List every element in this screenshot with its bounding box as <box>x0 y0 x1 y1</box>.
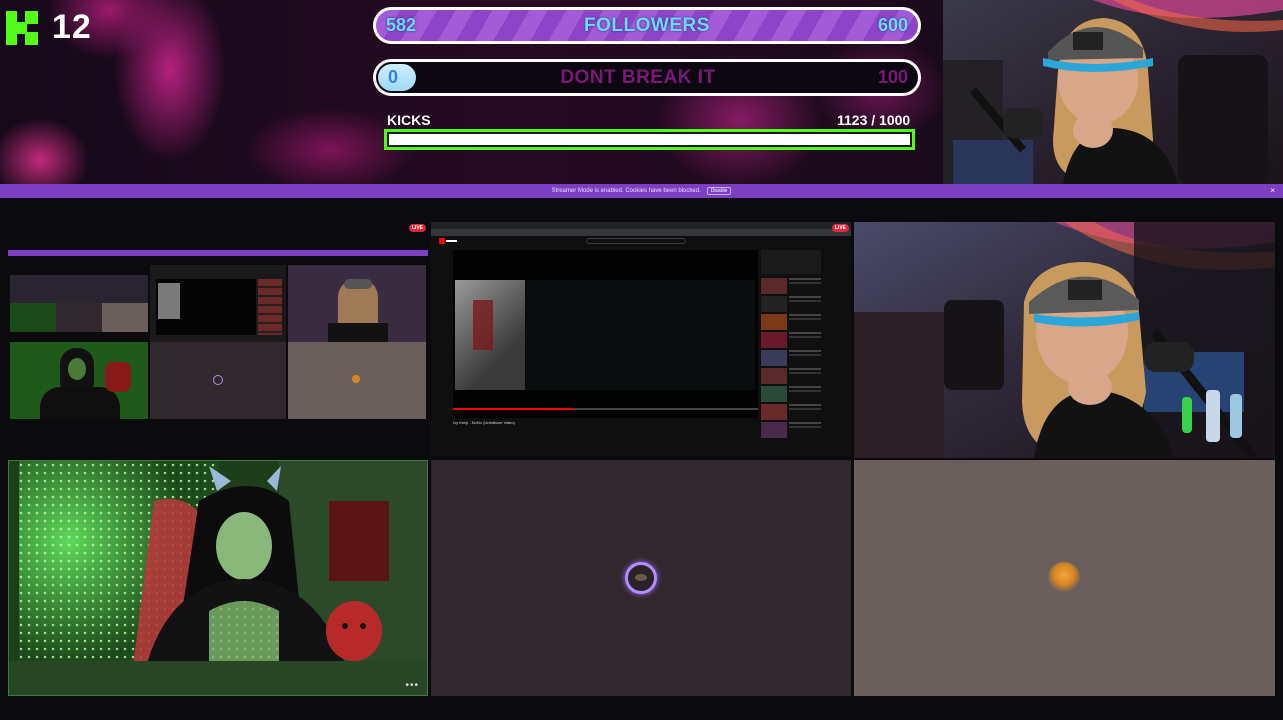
youtube-logo-icon <box>439 238 457 244</box>
dont-break-goal-title: DONT BREAK IT <box>560 66 716 88</box>
stream-tile-nested-view[interactable]: LIVE <box>8 222 428 420</box>
browser-tab-bar <box>431 222 851 229</box>
kicks-progress-fill <box>389 134 910 145</box>
nested-tile <box>150 342 286 419</box>
close-icon[interactable]: × <box>1270 186 1275 195</box>
streamer-webcam-image <box>943 0 1283 184</box>
live-badge: LIVE <box>408 224 426 232</box>
disable-streamer-mode-button[interactable]: Disable <box>706 187 732 195</box>
stream-overlay-banner: 12 582 FOLLOWERS 600 0 DONT BREAK IT 100… <box>0 0 1283 184</box>
youtube-search-box <box>586 238 686 244</box>
nested-tile <box>10 342 148 419</box>
live-badge: LIVE <box>831 224 849 232</box>
kick-logo-icon <box>6 10 38 45</box>
stream-tile-green-cam[interactable]: ••• <box>8 460 428 696</box>
streamer-avatar-icon <box>625 562 657 594</box>
nested-tile <box>288 265 426 342</box>
dont-break-target: 100 <box>877 67 908 87</box>
kicks-goal-count: 1123 / 1000 <box>837 112 911 128</box>
kicks-goal-bar <box>384 129 915 150</box>
stream-tile-offline-1[interactable] <box>431 460 851 696</box>
green-cam-image <box>9 461 427 695</box>
dont-break-current: 0 <box>388 67 399 87</box>
youtube-video-title: Ivy Kenji - NoNo (Unfolklore Video) <box>453 420 515 425</box>
stream-tile-youtube[interactable]: LIVE Ivy Kenji - NoNo (Unfolklore Video) <box>431 222 851 456</box>
youtube-recommendations <box>761 250 821 450</box>
streamer-avatar-icon <box>1048 562 1080 594</box>
viewer-count: 12 <box>52 8 92 46</box>
kicks-goal-label: KICKS <box>387 112 431 128</box>
nested-tile <box>10 275 148 332</box>
stream-tile-streamer-cam[interactable] <box>854 222 1275 458</box>
viewer-counter: 12 <box>6 8 92 47</box>
more-options-icon[interactable]: ••• <box>405 680 419 691</box>
nested-tile <box>150 265 286 342</box>
nested-tile <box>288 342 426 419</box>
followers-goal-bar: 582 FOLLOWERS 600 <box>373 7 921 44</box>
notice-text: Streamer Mode is enabled. Cookies have b… <box>551 188 701 194</box>
streamer-mode-notice: Streamer Mode is enabled. Cookies have b… <box>0 184 1283 198</box>
followers-current: 582 <box>386 15 417 35</box>
streamer-cam-image <box>854 222 1275 458</box>
nested-notice-strip <box>8 250 428 256</box>
followers-goal-title: FOLLOWERS <box>584 14 710 36</box>
streamer-webcam <box>943 0 1283 184</box>
browser-address-bar <box>431 229 851 236</box>
stream-tile-offline-2[interactable] <box>854 460 1275 696</box>
followers-target: 600 <box>877 15 908 35</box>
dont-break-goal-bar: 0 DONT BREAK IT 100 <box>373 59 921 96</box>
youtube-video-player <box>453 250 758 418</box>
